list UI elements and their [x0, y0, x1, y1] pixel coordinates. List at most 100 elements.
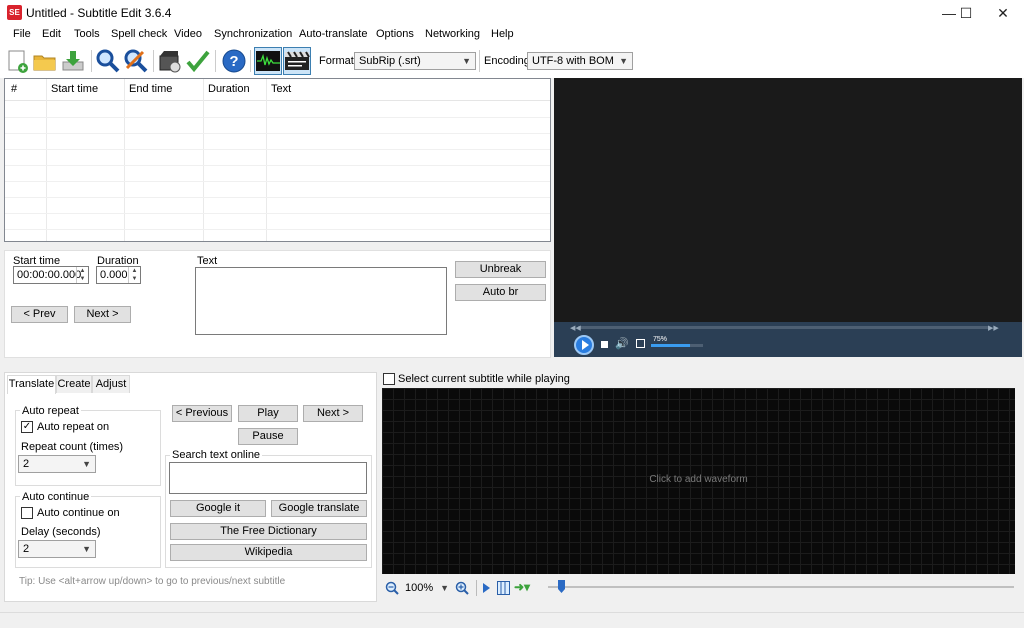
next-subtitle-button[interactable]: Next >: [303, 405, 363, 422]
select-while-playing-label: Select current subtitle while playing: [398, 373, 570, 385]
play-icon[interactable]: [574, 335, 594, 355]
help-icon[interactable]: ?: [221, 48, 247, 74]
video-controls: ◀◀ ▶▶ 🔊 75%: [554, 322, 1022, 357]
maximize-button[interactable]: ☐: [949, 0, 983, 26]
delay-label: Delay (seconds): [21, 526, 101, 538]
start-time-spinner[interactable]: ▲ ▼: [76, 267, 88, 283]
fast-forward-icon[interactable]: ▶▶: [988, 324, 999, 332]
stop-icon[interactable]: [601, 341, 608, 348]
toolbar-separator: [479, 50, 480, 72]
menu-spell-check[interactable]: Spell check: [111, 28, 167, 40]
unbreak-button[interactable]: Unbreak: [455, 261, 546, 278]
download-icon[interactable]: [60, 48, 86, 74]
wikipedia-button[interactable]: Wikipedia: [170, 544, 367, 561]
zoom-in-icon[interactable]: [455, 581, 469, 595]
play-selection-icon[interactable]: [481, 582, 491, 594]
menu-tools[interactable]: Tools: [74, 28, 100, 40]
auto-repeat-checkbox[interactable]: ✓: [21, 421, 33, 433]
column-header-start-time[interactable]: Start time: [51, 83, 98, 95]
tab-translate[interactable]: Translate: [7, 375, 56, 394]
search-text-input[interactable]: [169, 462, 367, 494]
waveform-position-thumb[interactable]: [558, 580, 565, 593]
auto-continue-on-label: Auto continue on: [37, 507, 120, 519]
search-online-label: Search text online: [170, 449, 263, 461]
menu-file[interactable]: File: [13, 28, 31, 40]
grid-row-line: [5, 149, 550, 150]
repeat-count-value: 2: [23, 458, 30, 470]
waveform-canvas[interactable]: Click to add waveform: [382, 388, 1015, 574]
duration-field[interactable]: 0.000 ▲ ▼: [96, 266, 141, 284]
format-select[interactable]: SubRip (.srt) ▼: [354, 52, 476, 70]
svg-text:?: ?: [229, 53, 238, 70]
grid-row-line: [5, 213, 550, 214]
select-while-playing-checkbox[interactable]: [383, 373, 395, 385]
volume-icon[interactable]: 🔊: [615, 337, 629, 350]
replace-icon[interactable]: [123, 48, 149, 74]
encoding-select[interactable]: UTF-8 with BOM ▼: [527, 52, 633, 70]
video-position-track[interactable]: [578, 326, 988, 329]
fullscreen-icon[interactable]: [636, 339, 645, 348]
column-header-number[interactable]: #: [11, 83, 17, 95]
video-icon[interactable]: [157, 48, 183, 74]
grid-row-line: [5, 117, 550, 118]
zoom-select[interactable]: 100% ▼: [401, 580, 453, 598]
keyboard-tip: Tip: Use <alt+arrow up/down> to go to pr…: [19, 576, 286, 587]
chevron-down-icon: ▼: [619, 56, 628, 66]
menu-networking[interactable]: Networking: [425, 28, 480, 40]
volume-slider[interactable]: [651, 344, 703, 347]
column-header-duration[interactable]: Duration: [208, 83, 250, 95]
google-it-button[interactable]: Google it: [170, 500, 266, 517]
menu-video[interactable]: Video: [174, 28, 202, 40]
checkmark-icon[interactable]: [185, 48, 211, 74]
auto-continue-label: Auto continue: [20, 491, 92, 503]
zoom-value: 100%: [405, 582, 434, 594]
spectrogram-icon[interactable]: [497, 581, 510, 595]
google-translate-button[interactable]: Google translate: [271, 500, 367, 517]
grid-row-line: [5, 181, 550, 182]
find-icon[interactable]: [95, 48, 121, 74]
duration-spinner[interactable]: ▲ ▼: [128, 267, 140, 283]
toolbar-separator: [215, 50, 216, 72]
menu-help[interactable]: Help: [491, 28, 514, 40]
waveform-toggle-icon[interactable]: [254, 47, 282, 75]
chevron-down-icon: ▼: [82, 459, 91, 469]
menu-edit[interactable]: Edit: [42, 28, 61, 40]
tab-create[interactable]: Create: [56, 375, 92, 393]
delay-select[interactable]: 2 ▼: [18, 540, 96, 558]
subtitle-grid[interactable]: # Start time End time Duration Text: [4, 78, 551, 242]
repeat-count-select[interactable]: 2 ▼: [18, 455, 96, 473]
waveform-position-track[interactable]: [548, 586, 1014, 588]
next-button[interactable]: Next >: [74, 306, 131, 323]
volume-percent: 75%: [653, 336, 668, 343]
auto-continue-checkbox[interactable]: [21, 507, 33, 519]
free-dictionary-button[interactable]: The Free Dictionary: [170, 523, 367, 540]
menu-auto-translate[interactable]: Auto-translate: [299, 28, 367, 40]
auto-repeat-label: Auto repeat: [20, 405, 81, 417]
menu-synchronization[interactable]: Synchronization: [214, 28, 292, 40]
video-toggle-icon[interactable]: [283, 47, 311, 75]
toolbar-separator: [153, 50, 154, 72]
start-time-field[interactable]: 00:00:00.000 ▲ ▼: [13, 266, 89, 284]
column-header-text[interactable]: Text: [271, 83, 291, 95]
menu-bar: File Edit Tools Spell check Video Synchr…: [0, 26, 1024, 44]
column-header-end-time[interactable]: End time: [129, 83, 172, 95]
play-button[interactable]: Play: [238, 405, 298, 422]
arrows-right-icon[interactable]: ➜▾: [514, 580, 536, 594]
close-button[interactable]: ✕: [986, 0, 1020, 26]
auto-br-button[interactable]: Auto br: [455, 284, 546, 301]
zoom-out-icon[interactable]: [385, 581, 399, 595]
previous-button[interactable]: < Previous: [172, 405, 232, 422]
waveform-toolbar-separator: [476, 580, 477, 596]
open-folder-icon[interactable]: [32, 48, 58, 74]
rewind-icon[interactable]: ◀◀: [570, 324, 581, 332]
prev-button[interactable]: < Prev: [11, 306, 68, 323]
video-player[interactable]: [554, 78, 1022, 357]
pause-button[interactable]: Pause: [238, 428, 298, 445]
menu-options[interactable]: Options: [376, 28, 414, 40]
new-file-icon[interactable]: [4, 48, 30, 74]
encoding-label: Encoding: [484, 55, 530, 67]
tab-adjust[interactable]: Adjust: [92, 375, 130, 393]
subtitle-text-area[interactable]: [195, 267, 447, 335]
grid-row-line: [5, 197, 550, 198]
title-bar: SE Untitled - Subtitle Edit 3.6.4 — ☐ ✕: [0, 0, 1024, 26]
